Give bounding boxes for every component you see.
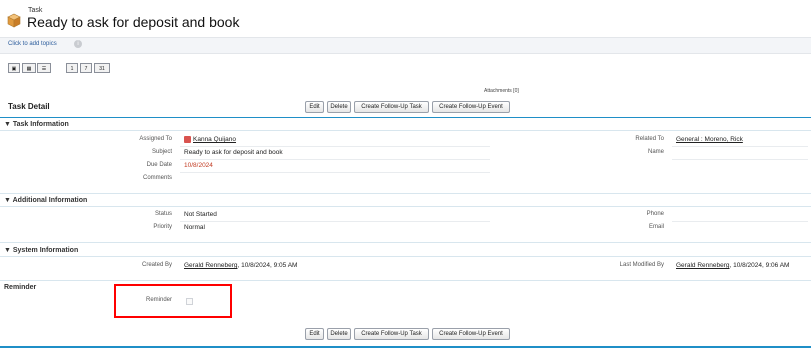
add-topics-link[interactable]: Click to add topics: [8, 41, 57, 47]
status-label: Status: [154, 211, 172, 217]
last-modified-by-label: Last Modified By: [619, 262, 664, 268]
section-rule: [0, 130, 811, 131]
priority-value: Normal: [184, 224, 205, 231]
view-grid-icon[interactable]: ▦: [22, 63, 36, 73]
task-detail-title: Task Detail: [8, 102, 50, 111]
subject-value: Ready to ask for deposit and book: [184, 149, 283, 156]
section-heading: Additional Information: [12, 197, 88, 204]
section-rule: [0, 280, 811, 281]
edit-button-bottom[interactable]: Edit: [305, 328, 324, 340]
section-heading: System Information: [12, 247, 79, 254]
section-heading: Task Information: [12, 121, 69, 128]
comments-label: Comments: [142, 175, 172, 181]
view-day-button[interactable]: 1: [66, 63, 78, 73]
assigned-to-link[interactable]: Kanna Quijano: [193, 136, 236, 143]
related-to-link[interactable]: General : Moreno, Rick: [676, 136, 743, 143]
create-follow-up-task-button[interactable]: Create Follow-Up Task: [354, 101, 429, 113]
status-value: Not Started: [184, 211, 217, 218]
created-by-link[interactable]: Gerald Renneberg: [184, 262, 237, 269]
due-date-value: 10/8/2024: [184, 162, 213, 169]
section-rule: [0, 206, 811, 207]
row-divider: [672, 146, 808, 147]
detail-top-rule: [0, 117, 811, 118]
priority-label: Priority: [153, 224, 172, 230]
create-follow-up-event-button[interactable]: Create Follow-Up Event: [432, 101, 510, 113]
delete-button[interactable]: Delete: [327, 101, 351, 113]
object-type-label: Task: [28, 7, 43, 14]
create-follow-up-event-button-bottom[interactable]: Create Follow-Up Event: [432, 328, 510, 340]
view-list-icon[interactable]: ☰: [37, 63, 51, 73]
highlight-box: [114, 284, 232, 318]
subject-label: Subject: [151, 149, 172, 155]
topics-bar: [0, 37, 811, 54]
user-icon: [184, 136, 191, 143]
email-label: Email: [648, 224, 664, 230]
section-task-information[interactable]: ▼ Task Information: [4, 121, 69, 128]
view-week-button[interactable]: 7: [80, 63, 92, 73]
detail-bottom-rule: [0, 346, 811, 348]
assigned-to-label: Assigned To: [139, 136, 172, 142]
section-additional-information[interactable]: ▼ Additional Information: [4, 197, 87, 204]
due-date-label: Due Date: [146, 162, 172, 168]
reminder-heading: Reminder: [4, 284, 37, 291]
last-modified-date: , 10/8/2024, 9:06 AM: [729, 262, 790, 269]
row-divider: [180, 159, 490, 160]
info-icon[interactable]: i: [74, 40, 82, 48]
created-by-date: , 10/8/2024, 9:05 AM: [237, 262, 298, 269]
page-title: Ready to ask for deposit and book: [27, 14, 240, 30]
created-by-label: Created By: [141, 262, 172, 268]
view-person-icon[interactable]: ▣: [8, 63, 20, 73]
last-modified-by-value: Gerald Renneberg, 10/8/2024, 9:06 AM: [676, 262, 789, 269]
related-to-label: Related To: [635, 136, 664, 142]
create-follow-up-task-button-bottom[interactable]: Create Follow-Up Task: [354, 328, 429, 340]
row-divider: [672, 221, 808, 222]
name-label: Name: [647, 149, 664, 155]
section-system-information[interactable]: ▼ System Information: [4, 247, 78, 254]
section-rule: [0, 256, 811, 257]
last-modified-by-link[interactable]: Gerald Renneberg: [676, 262, 729, 269]
delete-button-bottom[interactable]: Delete: [327, 328, 351, 340]
attachments-link[interactable]: Attachments [0]: [484, 88, 519, 94]
task-box-icon: [7, 13, 21, 28]
section-rule: [0, 193, 811, 194]
assigned-to-value[interactable]: Kanna Quijano: [184, 136, 236, 143]
row-divider: [180, 172, 490, 173]
row-divider: [180, 146, 490, 147]
view-month-button[interactable]: 31: [94, 63, 110, 73]
row-divider: [180, 221, 490, 222]
created-by-value: Gerald Renneberg, 10/8/2024, 9:05 AM: [184, 262, 297, 269]
edit-button[interactable]: Edit: [305, 101, 324, 113]
section-rule: [0, 242, 811, 243]
row-divider: [672, 159, 808, 160]
phone-label: Phone: [646, 211, 664, 217]
